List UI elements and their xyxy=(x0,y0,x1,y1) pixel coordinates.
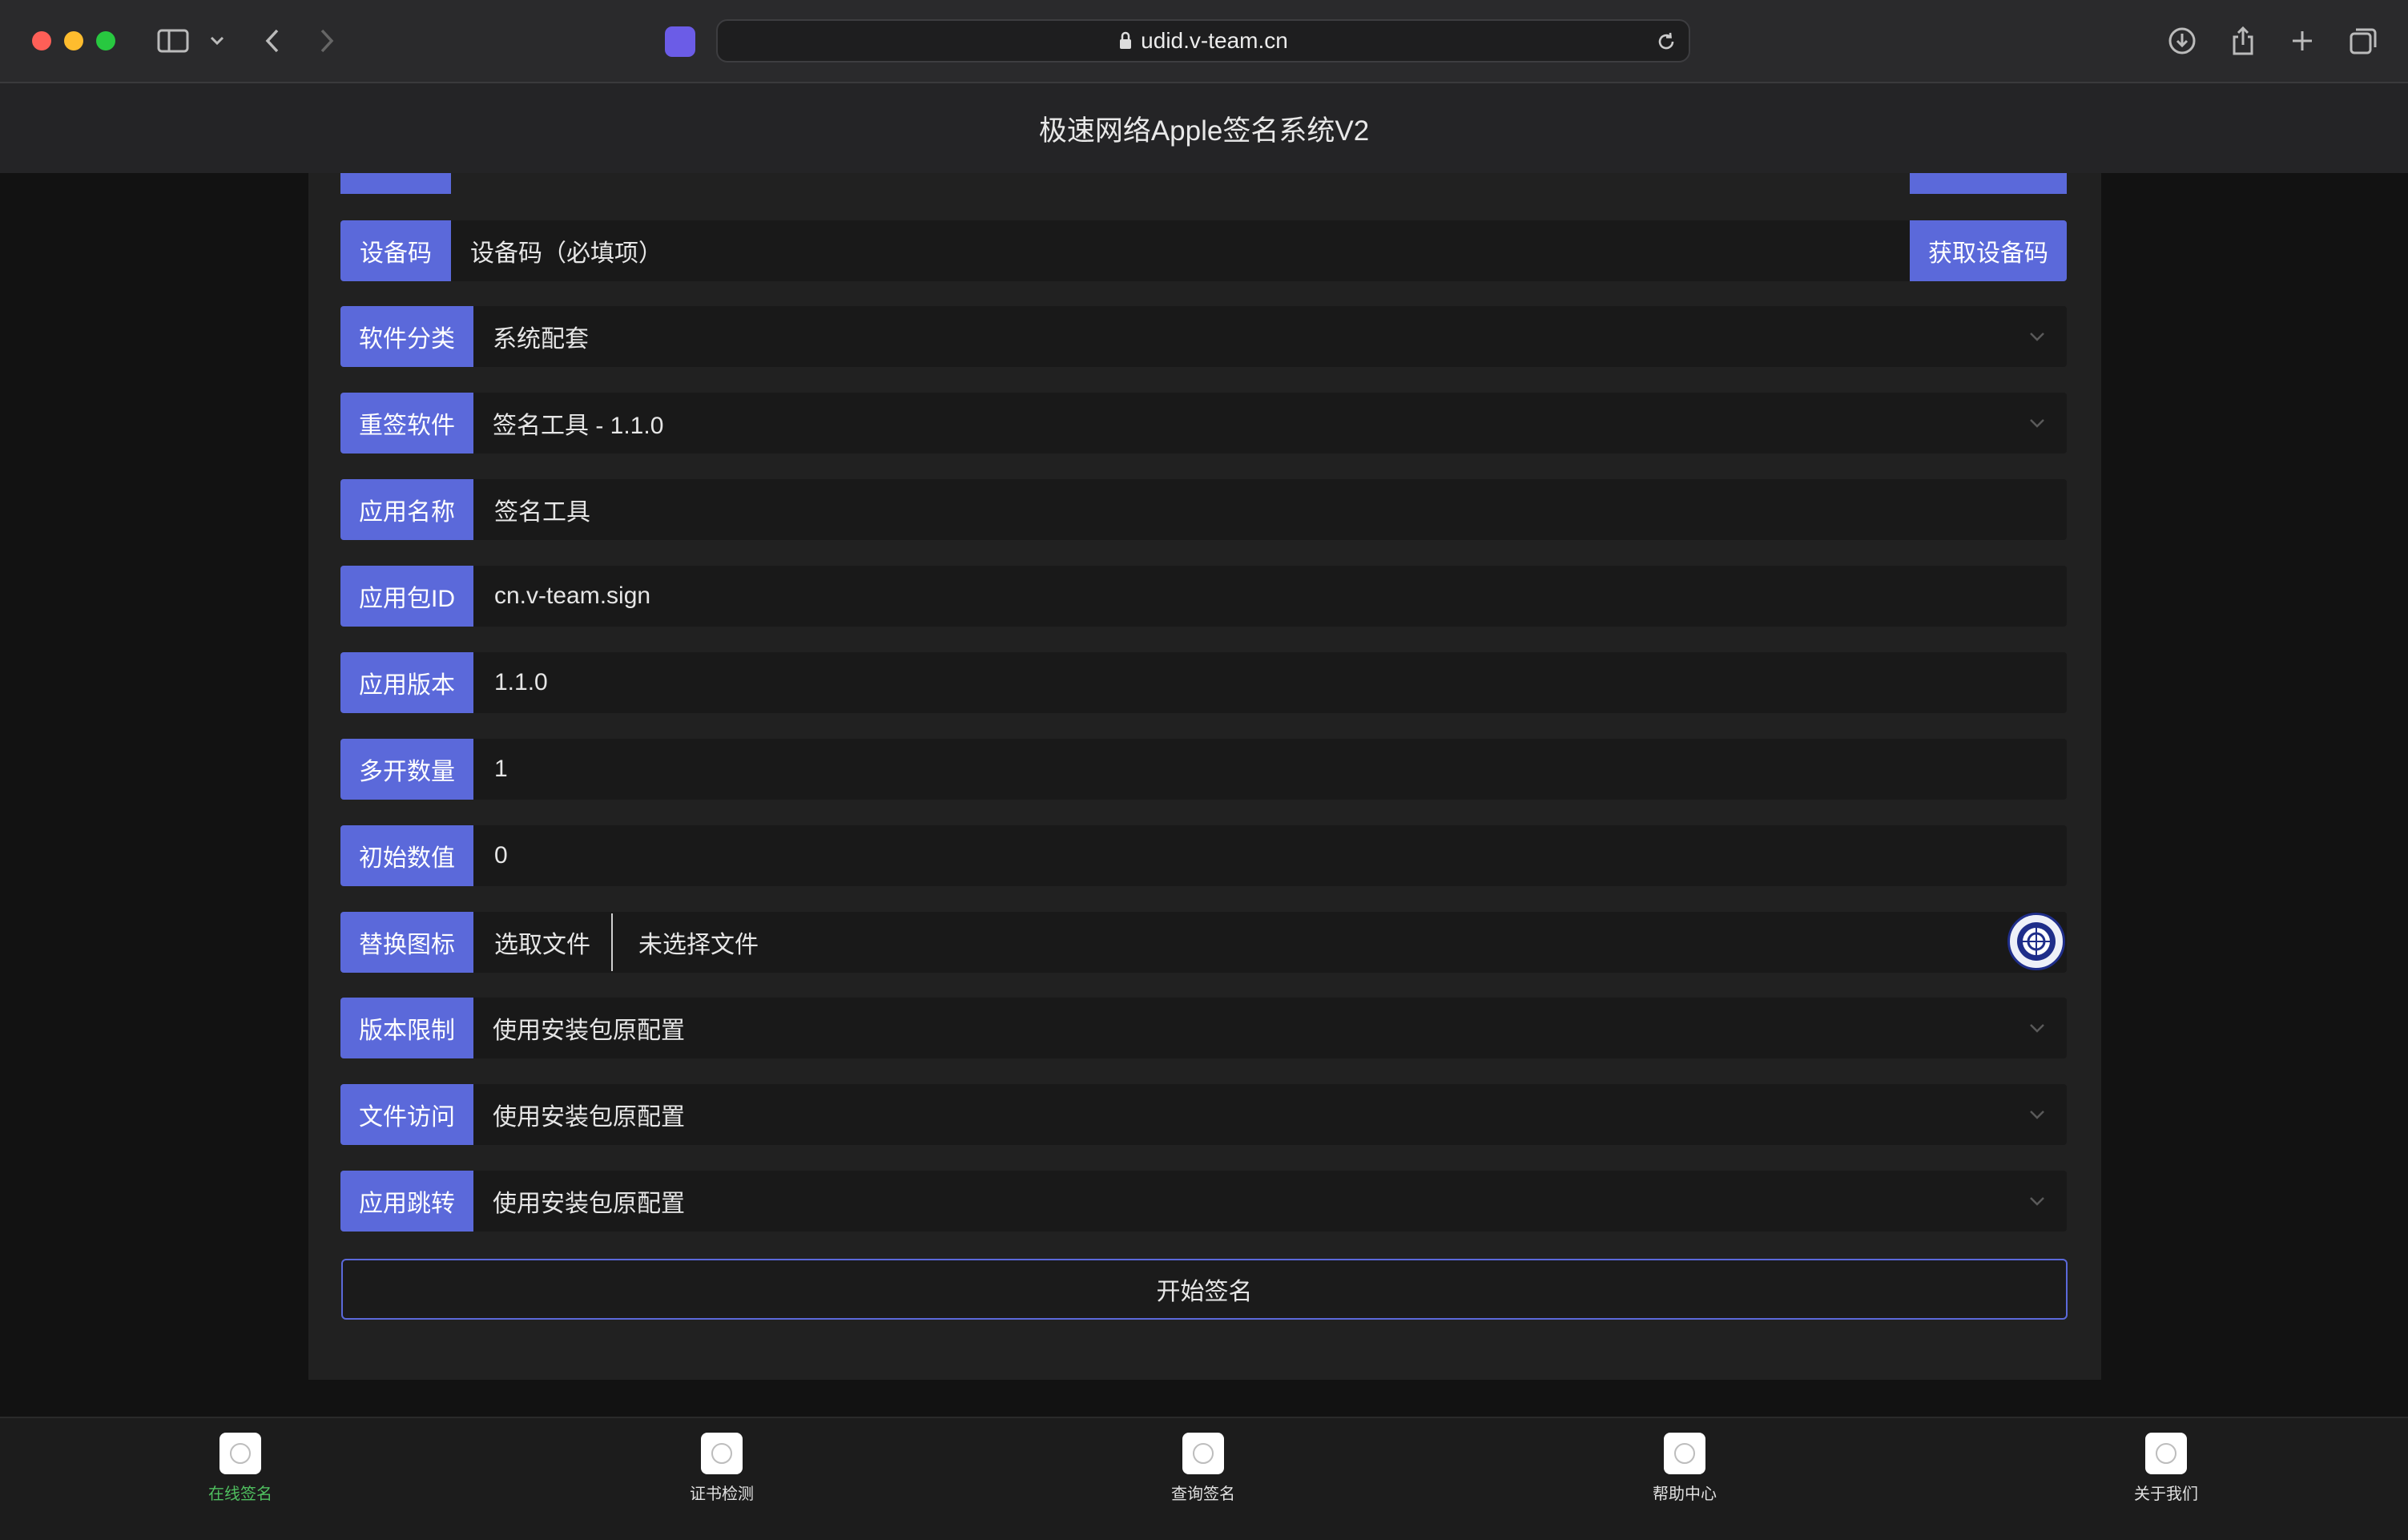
icon-row: 替换图标 选取文件 未选择文件 xyxy=(340,912,2067,973)
tab-overview-icon[interactable] xyxy=(2346,22,2381,60)
device-code-input[interactable]: 设备码（必填项） xyxy=(451,220,1910,281)
chevron-down-icon xyxy=(2030,333,2044,341)
chevron-down-icon xyxy=(2030,1111,2044,1119)
file-access-row: 文件访问 使用安装包原配置 xyxy=(340,1084,2067,1145)
bottom-tab-bar: 在线签名 证书检测 查询签名 帮助中心 关于我们 xyxy=(0,1417,2408,1540)
chevron-down-icon xyxy=(2030,1024,2044,1033)
version-limit-label: 版本限制 xyxy=(340,998,473,1058)
file-access-value: 使用安装包原配置 xyxy=(493,1104,685,1131)
file-access-label: 文件访问 xyxy=(340,1084,473,1145)
app-version-row: 应用版本 1.1.0 xyxy=(340,652,2067,713)
software-label: 重签软件 xyxy=(340,393,473,454)
icon-file-input: 选取文件 未选择文件 xyxy=(473,912,2067,973)
version-limit-select[interactable]: 使用安装包原配置 xyxy=(473,998,2067,1058)
tab-label: 关于我们 xyxy=(2134,1486,2198,1503)
app-version-label: 应用版本 xyxy=(340,652,473,713)
sidebar-toggle-icon[interactable] xyxy=(155,22,191,60)
help-center-icon xyxy=(1664,1433,1705,1474)
download-icon[interactable] xyxy=(2166,22,2198,60)
extension-icon[interactable] xyxy=(665,26,695,57)
multi-count-row: 多开数量 1 xyxy=(340,739,2067,800)
device-code-label: 设备码 xyxy=(340,220,451,281)
share-icon[interactable] xyxy=(2227,22,2259,60)
bundle-id-label: 应用包ID xyxy=(340,566,473,627)
file-access-select[interactable]: 使用安装包原配置 xyxy=(473,1084,2067,1145)
tab-cert-check[interactable]: 证书检测 xyxy=(642,1433,802,1504)
tab-label: 帮助中心 xyxy=(1653,1486,1717,1503)
minimize-window-button[interactable] xyxy=(64,31,83,50)
browser-toolbar: udid.v-team.cn xyxy=(0,0,2408,83)
category-select[interactable]: 系统配套 xyxy=(473,306,2067,367)
software-value: 签名工具 - 1.1.0 xyxy=(493,413,664,439)
icon-label: 替换图标 xyxy=(340,912,473,973)
page-title: 极速网络Apple签名系统V2 xyxy=(1038,115,1370,147)
initial-value-label: 初始数值 xyxy=(340,825,473,886)
device-code-row: 设备码 设备码（必填项） 获取设备码 xyxy=(340,220,2067,281)
app-name-input[interactable]: 签名工具 xyxy=(473,479,2067,540)
app-version-input[interactable]: 1.1.0 xyxy=(473,652,2067,713)
start-sign-button[interactable]: 开始签名 xyxy=(341,1259,2068,1320)
multi-count-label: 多开数量 xyxy=(340,739,473,800)
category-value: 系统配套 xyxy=(493,326,589,353)
chevron-down-icon xyxy=(2030,1197,2044,1206)
software-select[interactable]: 签名工具 - 1.1.0 xyxy=(473,393,2067,454)
scrolled-row xyxy=(340,173,2067,194)
online-sign-icon xyxy=(219,1433,261,1474)
chevron-down-icon xyxy=(2030,419,2044,428)
version-limit-row: 版本限制 使用安装包原配置 xyxy=(340,998,2067,1058)
get-device-code-button[interactable]: 获取设备码 xyxy=(1910,220,2067,281)
app-name-row: 应用名称 签名工具 xyxy=(340,479,2067,540)
app-jump-value: 使用安装包原配置 xyxy=(493,1191,685,1217)
initial-value-input[interactable]: 0 xyxy=(473,825,2067,886)
category-label: 软件分类 xyxy=(340,306,473,367)
file-name-text: 未选择文件 xyxy=(638,932,759,958)
app-name-label: 应用名称 xyxy=(340,479,473,540)
new-tab-icon[interactable] xyxy=(2286,22,2318,60)
app-jump-select[interactable]: 使用安装包原配置 xyxy=(473,1171,2067,1232)
choose-file-button[interactable]: 选取文件 xyxy=(494,913,613,971)
tab-label: 在线签名 xyxy=(208,1486,272,1503)
tab-online-sign[interactable]: 在线签名 xyxy=(160,1433,320,1504)
query-sign-icon xyxy=(1182,1433,1224,1474)
tab-query-sign[interactable]: 查询签名 xyxy=(1123,1433,1283,1504)
back-icon[interactable] xyxy=(256,22,288,60)
software-row: 重签软件 签名工具 - 1.1.0 xyxy=(340,393,2067,454)
address-bar[interactable]: udid.v-team.cn xyxy=(716,19,1690,62)
category-row: 软件分类 系统配套 xyxy=(340,306,2067,367)
cert-check-icon xyxy=(701,1433,743,1474)
chevron-down-icon[interactable] xyxy=(205,22,229,60)
forward-icon[interactable] xyxy=(311,22,343,60)
zoom-window-button[interactable] xyxy=(96,31,115,50)
initial-value-row: 初始数值 0 xyxy=(340,825,2067,886)
bundle-id-input[interactable]: cn.v-team.sign xyxy=(473,566,2067,627)
app-jump-row: 应用跳转 使用安装包原配置 xyxy=(340,1171,2067,1232)
tab-label: 证书检测 xyxy=(690,1486,754,1503)
compass-icon xyxy=(2017,922,2056,961)
app-jump-label: 应用跳转 xyxy=(340,1171,473,1232)
close-window-button[interactable] xyxy=(32,31,51,50)
tab-help-center[interactable]: 帮助中心 xyxy=(1605,1433,1765,1504)
app-icon-preview xyxy=(2007,913,2065,970)
url-text: udid.v-team.cn xyxy=(1141,28,1288,53)
tab-label: 查询签名 xyxy=(1171,1486,1235,1503)
page-header: 极速网络Apple签名系统V2 xyxy=(0,83,2408,173)
multi-count-input[interactable]: 1 xyxy=(473,739,2067,800)
lock-icon xyxy=(1120,31,1132,49)
version-limit-value: 使用安装包原配置 xyxy=(493,1018,685,1044)
tab-about-us[interactable]: 关于我们 xyxy=(2086,1433,2246,1504)
about-us-icon xyxy=(2145,1433,2187,1474)
bundle-id-row: 应用包ID cn.v-team.sign xyxy=(340,566,2067,627)
reload-icon[interactable] xyxy=(1655,30,1677,53)
